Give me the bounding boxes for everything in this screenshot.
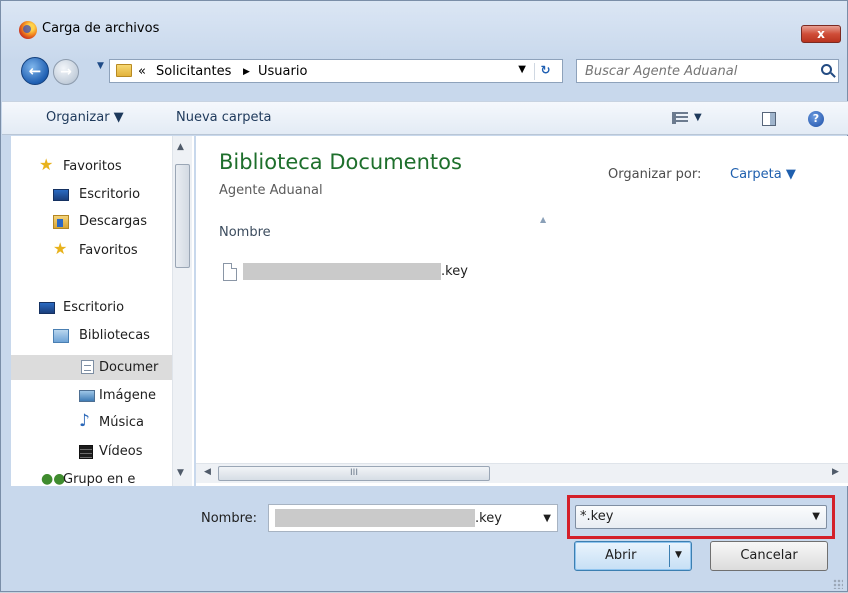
nav-item-documentos[interactable]: Documer: [11, 355, 175, 380]
view-options-dropdown[interactable]: ▼: [694, 112, 702, 123]
breadcrumb-solicitantes[interactable]: Solicitantes: [156, 64, 231, 79]
open-button-label: Abrir: [605, 548, 637, 563]
change-view-icon[interactable]: [672, 112, 688, 124]
library-subtitle: Agente Aduanal: [219, 183, 323, 198]
music-icon: ♪: [79, 411, 90, 431]
pictures-icon: [79, 390, 95, 402]
help-icon[interactable]: ?: [808, 111, 824, 127]
scrollbar-thumb[interactable]: [175, 164, 190, 268]
file-open-dialog: Carga de archivos x ← → ▼ « Solicitantes…: [0, 0, 848, 592]
firefox-icon: [19, 21, 37, 39]
back-button[interactable]: ←: [21, 57, 49, 85]
file-extension: .key: [441, 264, 468, 279]
star-icon: ★: [39, 155, 54, 174]
window-title: Carga de archivos: [42, 21, 160, 36]
homegroup-icon: ●●: [41, 471, 66, 486]
file-type-filter[interactable]: *.key ▼: [575, 505, 827, 529]
recent-pages-dropdown[interactable]: ▼: [97, 61, 104, 71]
chevron-down-icon[interactable]: ▼: [812, 511, 820, 522]
address-row: ← → ▼ « Solicitantes ▶ Usuario ▼ ↻: [1, 51, 847, 91]
forward-button[interactable]: →: [53, 59, 79, 85]
downloads-icon: [53, 215, 69, 229]
search-icon[interactable]: [821, 64, 832, 75]
nav-item-escritorio-root[interactable]: Escritorio: [11, 297, 175, 319]
command-bar: Organizar ▼ Nueva carpeta ▼ ?: [2, 101, 848, 135]
file-name-combobox[interactable]: .key ▼: [268, 504, 558, 532]
search-input[interactable]: [583, 62, 803, 80]
column-header-name[interactable]: Nombre: [219, 225, 271, 240]
open-button[interactable]: Abrir ▼: [574, 541, 692, 571]
breadcrumb-overflow[interactable]: «: [138, 64, 146, 79]
address-dropdown-icon[interactable]: ▼: [518, 64, 526, 75]
folder-icon: [116, 64, 132, 77]
new-folder-button[interactable]: Nueva carpeta: [176, 110, 272, 125]
address-bar[interactable]: « Solicitantes ▶ Usuario ▼ ↻: [109, 59, 563, 83]
nav-item-favoritos-2[interactable]: ★ Favoritos: [11, 240, 175, 262]
close-button[interactable]: x: [801, 25, 841, 43]
split-divider: [669, 545, 670, 567]
libraries-icon: [53, 329, 69, 343]
redacted-filename: [275, 509, 475, 527]
highlight-box: *.key ▼: [567, 495, 835, 539]
library-title: Biblioteca Documentos: [219, 150, 462, 174]
chevron-down-icon[interactable]: ▼: [543, 513, 551, 524]
navigation-pane[interactable]: ★ Favoritos Escritorio Descargas ★ Favor…: [11, 136, 194, 486]
search-box[interactable]: [576, 59, 839, 83]
arrange-by-label: Organizar por:: [608, 167, 702, 182]
desktop-icon: [53, 189, 69, 201]
nav-item-musica[interactable]: ♪ Música: [11, 412, 175, 434]
breadcrumb-separator-icon[interactable]: ▶: [243, 67, 250, 77]
star-icon: ★: [53, 239, 68, 258]
refresh-button[interactable]: ↻: [534, 63, 556, 80]
horizontal-scrollbar[interactable]: ◀ III ▶: [196, 463, 848, 483]
horizontal-scrollbar-thumb[interactable]: III: [218, 466, 490, 481]
organize-button[interactable]: Organizar ▼: [46, 110, 124, 125]
nav-item-imagenes[interactable]: Imágene: [11, 385, 175, 407]
scroll-right-arrow-icon[interactable]: ▶: [832, 467, 839, 477]
documents-icon: [81, 360, 94, 374]
desktop-icon: [39, 302, 55, 314]
preview-pane-icon[interactable]: [762, 112, 776, 126]
dialog-footer: Nombre: .key ▼ *.key ▼ Abrir ▼ Cancelar: [1, 487, 847, 593]
navigation-scrollbar[interactable]: ▲ ▼: [172, 136, 192, 486]
cancel-button[interactable]: Cancelar: [710, 541, 828, 571]
nav-item-descargas[interactable]: Descargas: [11, 211, 175, 233]
open-options-dropdown[interactable]: ▼: [675, 550, 682, 560]
resize-grip-icon[interactable]: [833, 579, 843, 589]
nav-item-videos[interactable]: Vídeos: [11, 441, 175, 463]
file-name-extension: .key: [475, 511, 502, 526]
scroll-left-arrow-icon[interactable]: ◀: [204, 467, 211, 477]
arrange-by-dropdown[interactable]: Carpeta ▼: [730, 167, 796, 182]
file-type-filter-value: *.key: [580, 509, 614, 524]
file-row[interactable]: .key: [223, 262, 483, 282]
nav-item-grupo-en-el-hogar[interactable]: ●● Grupo en e: [11, 469, 175, 486]
sort-ascending-icon: ▲: [540, 215, 547, 224]
nav-item-escritorio[interactable]: Escritorio: [11, 184, 175, 206]
title-bar: Carga de archivos x: [1, 1, 847, 43]
breadcrumb-usuario[interactable]: Usuario: [258, 64, 307, 79]
nav-item-bibliotecas[interactable]: Bibliotecas: [11, 325, 175, 347]
scroll-down-arrow-icon[interactable]: ▼: [177, 468, 184, 478]
scroll-up-arrow-icon[interactable]: ▲: [177, 142, 184, 152]
nav-item-favoritos[interactable]: ★ Favoritos: [11, 156, 175, 178]
file-icon: [223, 263, 237, 281]
redacted-filename: [243, 263, 441, 280]
file-list-pane[interactable]: Biblioteca Documentos Agente Aduanal Org…: [196, 136, 848, 486]
file-name-label: Nombre:: [201, 511, 258, 526]
videos-icon: [79, 445, 93, 459]
